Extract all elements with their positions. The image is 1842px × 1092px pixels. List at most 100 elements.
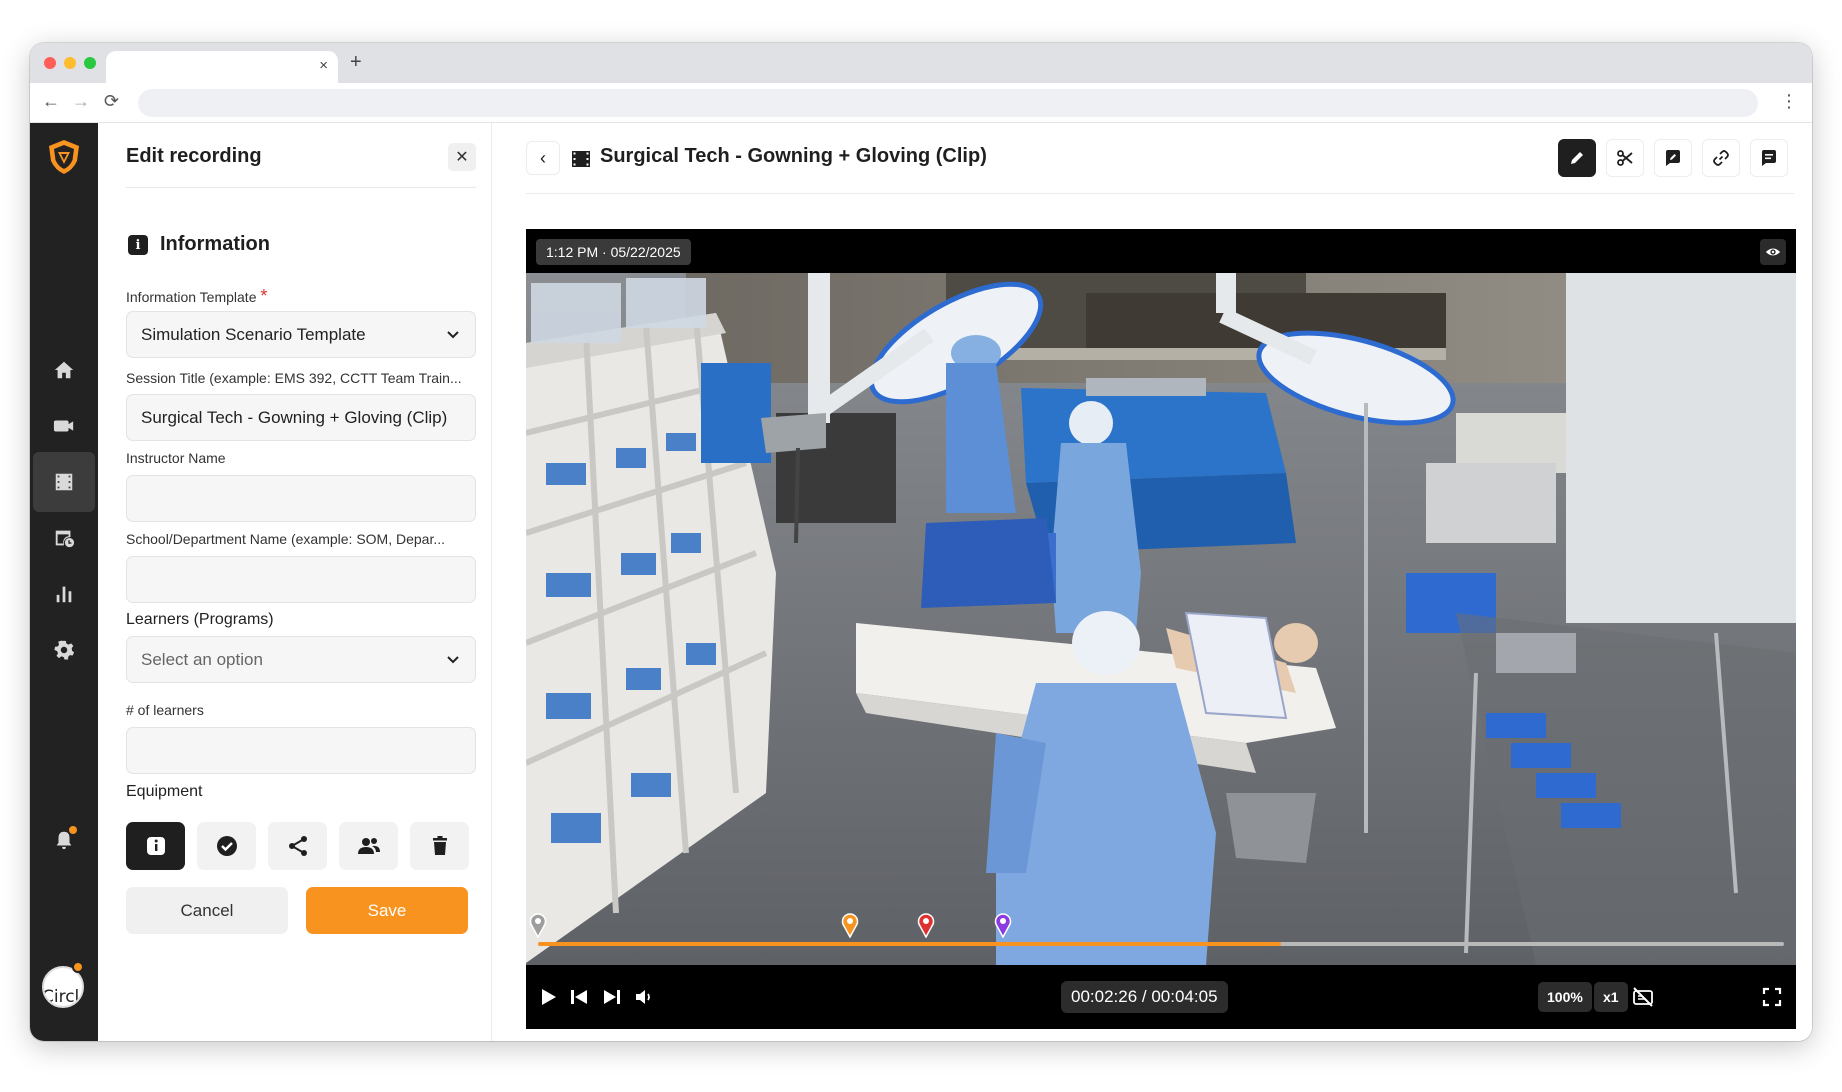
brand-shield-logo[interactable] bbox=[44, 137, 84, 177]
instructor-input[interactable] bbox=[126, 475, 476, 522]
num-learners-input[interactable] bbox=[126, 727, 476, 774]
window-controls bbox=[44, 57, 96, 69]
session-title-value: Surgical Tech - Gowning + Gloving (Clip) bbox=[141, 407, 448, 427]
play-icon bbox=[542, 989, 556, 1005]
address-bar[interactable] bbox=[138, 89, 1758, 117]
share-icon bbox=[288, 836, 307, 856]
avatar-status-badge bbox=[72, 961, 84, 973]
learners-label: Learners (Programs) bbox=[126, 611, 274, 628]
reload-icon[interactable]: ⟳ bbox=[104, 91, 119, 112]
trash-icon bbox=[432, 836, 447, 855]
home-icon bbox=[54, 361, 74, 379]
zoom-button[interactable]: 100% bbox=[1538, 982, 1592, 1012]
browser-tab[interactable]: × bbox=[106, 51, 338, 83]
video-frame[interactable] bbox=[526, 273, 1796, 965]
timeline-marker-pin[interactable] bbox=[993, 912, 1013, 938]
calendar-clock-icon bbox=[55, 530, 75, 548]
cameras-nav-item[interactable] bbox=[33, 396, 95, 456]
participants-section-button[interactable] bbox=[339, 822, 398, 870]
timeline-marker-pin[interactable] bbox=[840, 912, 860, 938]
tab-strip: × + bbox=[30, 43, 1812, 83]
recording-title: Surgical Tech - Gowning + Gloving (Clip) bbox=[600, 145, 987, 167]
back-arrow-icon[interactable]: ← bbox=[42, 91, 60, 112]
tab-close-icon[interactable]: × bbox=[319, 57, 328, 74]
scissors-icon bbox=[1617, 150, 1633, 166]
browser-window: × + ← → ⟳ ⋮ Circl Edit recording ✕ i Inf… bbox=[30, 43, 1812, 1041]
learners-placeholder: Select an option bbox=[141, 649, 263, 669]
skip-forward-button[interactable] bbox=[598, 983, 626, 1011]
recordings-nav-item[interactable] bbox=[33, 452, 95, 512]
play-button[interactable] bbox=[534, 983, 562, 1011]
edit-recording-panel: Edit recording ✕ i Information Informati… bbox=[98, 123, 492, 1041]
equipment-label: Equipment bbox=[126, 783, 203, 800]
cancel-button[interactable]: Cancel bbox=[126, 887, 288, 934]
pencil-icon bbox=[1571, 152, 1583, 164]
info-section-button[interactable] bbox=[126, 822, 185, 870]
recording-main: ‹ Surgical Tech - Gowning + Gloving (Cli… bbox=[492, 123, 1812, 1041]
playback-speed-button[interactable]: x1 bbox=[1594, 982, 1628, 1012]
note-edit-icon bbox=[1666, 150, 1680, 166]
video-player[interactable]: 1:12 PM · 05/22/2025 00:02:26 / 00:04:05… bbox=[526, 229, 1796, 1029]
forward-arrow-icon[interactable]: → bbox=[72, 91, 90, 112]
share-section-button[interactable] bbox=[268, 822, 327, 870]
template-value: Simulation Scenario Template bbox=[141, 324, 366, 344]
browser-menu-icon[interactable]: ⋮ bbox=[1780, 91, 1798, 112]
recording-tools bbox=[1558, 139, 1788, 177]
link-tool-button[interactable] bbox=[1702, 139, 1740, 177]
nav-rail: Circle bbox=[30, 123, 98, 1041]
home-nav-item[interactable] bbox=[33, 340, 95, 400]
close-panel-button[interactable]: ✕ bbox=[448, 143, 476, 171]
edit-tool-button[interactable] bbox=[1558, 139, 1596, 177]
timeline-marker-pin[interactable] bbox=[916, 912, 936, 938]
session-title-input[interactable]: Surgical Tech - Gowning + Gloving (Clip) bbox=[126, 394, 476, 441]
school-input[interactable] bbox=[126, 556, 476, 603]
bar-chart-icon bbox=[56, 586, 72, 603]
divider bbox=[126, 187, 476, 188]
template-select[interactable]: Simulation Scenario Template bbox=[126, 311, 476, 358]
annotate-tool-button[interactable] bbox=[1654, 139, 1692, 177]
settings-nav-item[interactable] bbox=[33, 620, 95, 680]
volume-button[interactable] bbox=[630, 983, 658, 1011]
panel-section-toolbar bbox=[126, 822, 469, 870]
skip-back-button[interactable] bbox=[565, 983, 593, 1011]
comment-icon bbox=[1762, 150, 1776, 166]
learners-select[interactable]: Select an option bbox=[126, 636, 476, 683]
school-label: School/Department Name (example: SOM, De… bbox=[126, 531, 446, 547]
video-camera-icon bbox=[53, 420, 74, 432]
fullscreen-button[interactable] bbox=[1758, 983, 1786, 1011]
player-controls: 00:02:26 / 00:04:05 100% x1 bbox=[526, 965, 1796, 1029]
skip-next-icon bbox=[604, 990, 620, 1004]
divider bbox=[526, 193, 1794, 194]
minimize-window-button[interactable] bbox=[64, 57, 76, 69]
chevron-down-icon bbox=[447, 331, 459, 339]
info-icon: i bbox=[128, 235, 148, 255]
delete-recording-button[interactable] bbox=[410, 822, 469, 870]
recording-timestamp: 1:12 PM · 05/22/2025 bbox=[536, 239, 691, 265]
captions-toggle-button[interactable] bbox=[1629, 983, 1657, 1011]
film-icon bbox=[572, 151, 590, 167]
schedule-nav-item[interactable] bbox=[33, 508, 95, 568]
comments-tool-button[interactable] bbox=[1750, 139, 1788, 177]
volume-icon bbox=[636, 990, 650, 1004]
template-label-text: Information Template bbox=[126, 289, 257, 305]
save-button[interactable]: Save bbox=[306, 887, 468, 934]
browser-toolbar: ← → ⟳ ⋮ bbox=[30, 83, 1812, 123]
panel-title: Edit recording bbox=[126, 145, 262, 167]
maximize-window-button[interactable] bbox=[84, 57, 96, 69]
new-tab-button[interactable]: + bbox=[350, 51, 362, 74]
timeline-scrubber[interactable] bbox=[538, 942, 1784, 946]
timeline-marker-pin[interactable] bbox=[528, 912, 548, 938]
timeline-progress bbox=[538, 942, 1281, 946]
instructor-label: Instructor Name bbox=[126, 450, 226, 466]
skip-previous-icon bbox=[571, 990, 587, 1004]
clip-tool-button[interactable] bbox=[1606, 139, 1644, 177]
notification-dot bbox=[69, 826, 77, 834]
notifications-nav-item[interactable] bbox=[33, 810, 95, 870]
film-icon bbox=[55, 473, 73, 491]
visibility-button[interactable] bbox=[1760, 239, 1786, 265]
fullscreen-icon bbox=[1762, 987, 1782, 1007]
checklist-section-button[interactable] bbox=[197, 822, 256, 870]
close-window-button[interactable] bbox=[44, 57, 56, 69]
back-button[interactable]: ‹ bbox=[526, 141, 560, 175]
analytics-nav-item[interactable] bbox=[33, 564, 95, 624]
